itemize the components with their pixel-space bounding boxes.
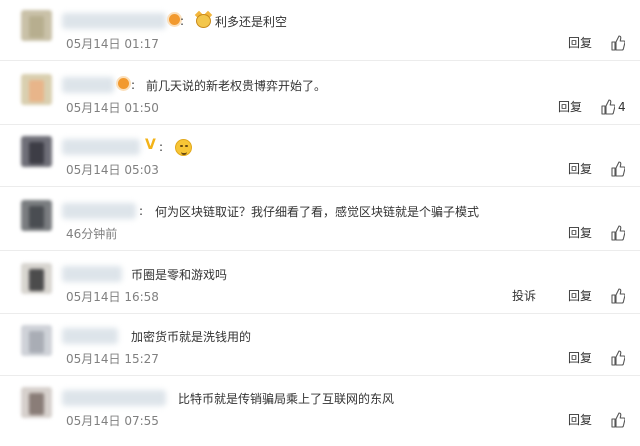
avatar[interactable] [21, 74, 52, 105]
comment-item: 比特币就是传销骗局乘上了互联网的东风 05月14日 07:55 回复 [0, 377, 640, 438]
reply-button[interactable]: 回复 [558, 98, 582, 116]
thumbs-up-icon[interactable] [611, 225, 625, 241]
avatar[interactable] [21, 263, 52, 294]
comment-actions: 回复 [568, 224, 626, 242]
username[interactable] [62, 266, 122, 282]
comment-actions: 回复 [568, 160, 626, 178]
verified-v-icon: V [145, 137, 156, 153]
like-count: 4 [618, 100, 626, 114]
comment-item: : 利多还是利空 05月14日 01:17 回复 [0, 0, 640, 61]
comment-time: 05月14日 15:27 [66, 352, 159, 366]
comment-time: 05月14日 07:55 [66, 414, 159, 428]
comment-item: 币圈是零和游戏吗 05月14日 16:58 投诉 回复 [0, 253, 640, 314]
username[interactable] [62, 390, 166, 406]
comment-text: 利多还是利空 [215, 15, 288, 29]
comment-text: 比特币就是传销骗局乘上了互联网的东风 [178, 392, 395, 406]
thumbs-up-icon[interactable] [611, 412, 625, 428]
comment-time: 05月14日 01:17 [66, 37, 159, 51]
comment-text: 何为区块链取证？我仔细看了看，感觉区块链就是个骗子模式 [155, 205, 480, 219]
username[interactable] [62, 77, 114, 93]
comment-item: V : 05月14日 05:03 回复 [0, 126, 640, 187]
doge-emoji-icon [194, 10, 213, 29]
thumbs-up-icon[interactable] [601, 99, 615, 115]
colon: : [180, 14, 185, 28]
avatar[interactable] [21, 136, 52, 167]
username[interactable] [62, 203, 136, 219]
comment-item: : 何为区块链取证？我仔细看了看，感觉区块链就是个骗子模式 46分钟前 回复 [0, 190, 640, 251]
thumbs-up-icon[interactable] [611, 350, 625, 366]
comment-list: : 利多还是利空 05月14日 01:17 回复 : 前几天说的新老权贵博弈开始… [0, 0, 640, 446]
report-button[interactable]: 投诉 [512, 287, 536, 305]
colon: : [159, 140, 164, 154]
username[interactable] [62, 139, 140, 155]
thumbs-up-icon[interactable] [611, 161, 625, 177]
comment-time: 05月14日 05:03 [66, 163, 159, 177]
avatar[interactable] [21, 325, 52, 356]
comment-time: 46分钟前 [66, 227, 118, 241]
comment-text: 前几天说的新老权贵博弈开始了。 [146, 79, 327, 93]
reply-button[interactable]: 回复 [568, 287, 592, 305]
avatar[interactable] [21, 387, 52, 418]
comment-actions: 回复 [568, 411, 626, 429]
username[interactable] [62, 13, 166, 29]
comment-text: 币圈是零和游戏吗 [131, 268, 228, 282]
reply-button[interactable]: 回复 [568, 411, 592, 429]
smile-emoji-icon [175, 139, 192, 156]
avatar[interactable] [21, 10, 52, 41]
comment-time: 05月14日 16:58 [66, 290, 159, 304]
comment-actions: 回复 4 [558, 98, 626, 116]
comment-actions: 回复 [568, 349, 626, 367]
comment-item: : 前几天说的新老权贵博弈开始了。 05月14日 01:50 回复 4 [0, 64, 640, 125]
thumbs-up-icon[interactable] [611, 288, 625, 304]
comment-actions: 回复 [568, 34, 626, 52]
vip-member-icon [118, 78, 129, 89]
colon: : [139, 204, 144, 218]
colon: : [131, 78, 136, 92]
reply-button[interactable]: 回复 [568, 224, 592, 242]
username[interactable] [62, 328, 118, 344]
avatar[interactable] [21, 200, 52, 231]
reply-button[interactable]: 回复 [568, 34, 592, 52]
reply-button[interactable]: 回复 [568, 160, 592, 178]
comment-time: 05月14日 01:50 [66, 101, 159, 115]
thumbs-up-icon[interactable] [611, 35, 625, 51]
vip-member-icon [169, 14, 180, 25]
comment-actions: 投诉 回复 [512, 287, 626, 305]
comment-item: 加密货币就是洗钱用的 05月14日 15:27 回复 [0, 315, 640, 376]
comment-text: 加密货币就是洗钱用的 [131, 330, 252, 344]
reply-button[interactable]: 回复 [568, 349, 592, 367]
